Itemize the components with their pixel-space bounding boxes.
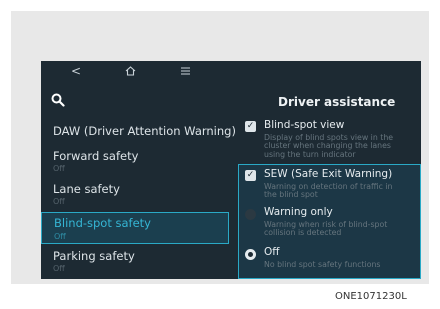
menu-item-status: Off: [54, 232, 66, 241]
infotainment-screen: < DAW (Driver Attention Warning) Forward…: [41, 61, 421, 279]
option-warning-only[interactable]: Warning only Warning when risk of blind-…: [238, 205, 421, 241]
option-sew[interactable]: ✓ SEW (Safe Exit Warning) Warning on det…: [238, 167, 421, 203]
top-bar: <: [41, 61, 421, 83]
menu-item-blind-spot-safety[interactable]: Blind-spot safety Off: [41, 212, 229, 244]
menu-item-daw[interactable]: DAW (Driver Attention Warning): [41, 121, 236, 143]
option-label: Warning only: [264, 206, 333, 218]
option-label: SEW (Safe Exit Warning): [264, 168, 393, 180]
menu-item-lane-safety[interactable]: Lane safety Off: [41, 180, 229, 208]
option-description: No blind spot safety functions: [264, 260, 381, 269]
home-icon[interactable]: [125, 66, 136, 76]
menu-item-parking-safety[interactable]: Parking safety Off: [41, 247, 229, 275]
radio-unselected-icon[interactable]: [245, 209, 256, 220]
figure-caption: ONE1071230L: [335, 291, 407, 302]
menu-item-label: DAW (Driver Attention Warning): [53, 124, 236, 138]
option-description: Warning on detection of traffic in the b…: [264, 182, 393, 200]
menu-item-label: Parking safety: [53, 249, 135, 263]
menu-item-status: Off: [53, 197, 65, 206]
menu-item-status: Off: [53, 264, 65, 273]
option-off[interactable]: Off No blind spot safety functions: [238, 245, 421, 279]
menu-item-forward-safety[interactable]: Forward safety Off: [41, 147, 229, 175]
checkbox-checked-icon[interactable]: ✓: [245, 121, 256, 132]
menu-item-label: Lane safety: [53, 182, 120, 196]
menu-item-status: Off: [53, 164, 65, 173]
page-title: Driver assistance: [278, 95, 396, 109]
menu-item-label: Forward safety: [53, 149, 139, 163]
option-label: Blind-spot view: [264, 119, 345, 131]
option-label: Off: [264, 246, 280, 258]
chevron-left-icon[interactable]: <: [71, 64, 81, 78]
checkbox-checked-icon[interactable]: ✓: [245, 170, 256, 181]
radio-selected-icon[interactable]: [245, 249, 256, 260]
option-description: Display of blind spots view in the clust…: [264, 133, 394, 159]
menu-item-label: Blind-spot safety: [54, 216, 151, 230]
option-description: Warning when risk of blind-spot collisio…: [264, 220, 388, 238]
menu-icon[interactable]: [181, 67, 190, 75]
search-icon[interactable]: [51, 93, 65, 107]
option-blind-spot-view[interactable]: ✓ Blind-spot view Display of blind spots…: [238, 118, 421, 162]
figure-frame: < DAW (Driver Attention Warning) Forward…: [11, 11, 429, 284]
